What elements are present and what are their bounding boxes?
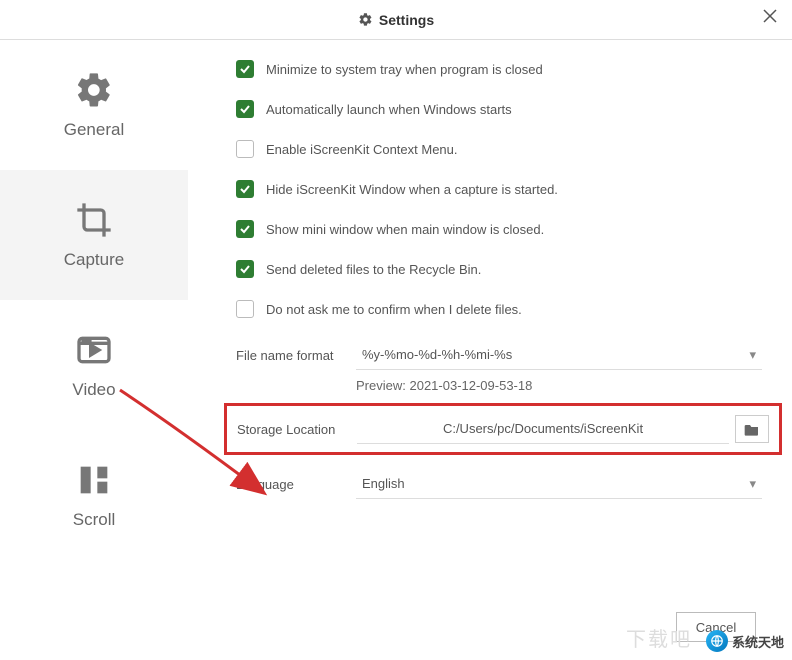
option-label: Show mini window when main window is clo… xyxy=(266,222,544,237)
browse-folder-button[interactable] xyxy=(735,415,769,443)
option-show-mini[interactable]: Show mini window when main window is clo… xyxy=(236,220,762,238)
page-title-text: Settings xyxy=(379,12,434,28)
header: Settings xyxy=(0,0,792,40)
option-label: Hide iScreenKit Window when a capture is… xyxy=(266,182,558,197)
option-label: Minimize to system tray when program is … xyxy=(266,62,543,77)
folder-icon xyxy=(744,422,760,436)
option-context-menu[interactable]: Enable iScreenKit Context Menu. xyxy=(236,140,762,158)
storage-path-value: C:/Users/pc/Documents/iScreenKit xyxy=(443,421,643,436)
option-minimize-tray[interactable]: Minimize to system tray when program is … xyxy=(236,60,762,78)
crop-icon xyxy=(74,200,114,240)
filename-format-row: File name format %y-%mo-%d-%h-%mi-%s ▾ xyxy=(236,340,762,370)
option-recycle-bin[interactable]: Send deleted files to the Recycle Bin. xyxy=(236,260,762,278)
option-hide-window[interactable]: Hide iScreenKit Window when a capture is… xyxy=(236,180,762,198)
checkbox-unchecked-icon[interactable] xyxy=(236,300,254,318)
page-title: Settings xyxy=(358,12,434,28)
watermark: 系统天地 xyxy=(706,630,784,652)
checkbox-checked-icon[interactable] xyxy=(236,60,254,78)
checkbox-unchecked-icon[interactable] xyxy=(236,140,254,158)
watermark-faint: 下载吧 xyxy=(626,623,692,652)
checkbox-checked-icon[interactable] xyxy=(236,180,254,198)
chevron-down-icon: ▾ xyxy=(749,347,756,363)
filename-format-value: %y-%mo-%d-%h-%mi-%s xyxy=(362,347,512,362)
chevron-down-icon: ▾ xyxy=(749,476,756,492)
close-button[interactable] xyxy=(762,8,778,24)
option-label: Automatically launch when Windows starts xyxy=(266,102,512,117)
option-auto-launch[interactable]: Automatically launch when Windows starts xyxy=(236,100,762,118)
video-icon xyxy=(74,330,114,370)
checkbox-checked-icon[interactable] xyxy=(236,260,254,278)
language-label: Language xyxy=(236,477,356,492)
language-value: English xyxy=(362,476,405,491)
filename-preview: Preview: 2021-03-12-09-53-18 xyxy=(356,378,762,393)
checkbox-checked-icon[interactable] xyxy=(236,100,254,118)
option-label: Send deleted files to the Recycle Bin. xyxy=(266,262,481,277)
filename-format-label: File name format xyxy=(236,348,356,363)
option-no-confirm[interactable]: Do not ask me to confirm when I delete f… xyxy=(236,300,762,318)
filename-format-select[interactable]: %y-%mo-%d-%h-%mi-%s ▾ xyxy=(356,340,762,370)
checkbox-checked-icon[interactable] xyxy=(236,220,254,238)
storage-path-input[interactable]: C:/Users/pc/Documents/iScreenKit xyxy=(357,414,729,444)
main-panel: Minimize to system tray when program is … xyxy=(188,40,792,660)
globe-icon xyxy=(706,630,728,652)
watermark-text: 系统天地 xyxy=(732,632,784,651)
sidebar: General Capture Video Scroll xyxy=(0,40,188,660)
option-label: Do not ask me to confirm when I delete f… xyxy=(266,302,522,317)
sidebar-item-video[interactable]: Video xyxy=(0,300,188,430)
sidebar-item-label: Scroll xyxy=(73,510,116,530)
sidebar-item-capture[interactable]: Capture xyxy=(0,170,188,300)
sidebar-item-general[interactable]: General xyxy=(0,40,188,170)
language-select[interactable]: English ▾ xyxy=(356,469,762,499)
storage-highlight-box: Storage Location C:/Users/pc/Documents/i… xyxy=(224,403,782,455)
language-row: Language English ▾ xyxy=(236,469,762,499)
scroll-icon xyxy=(74,460,114,500)
sidebar-item-scroll[interactable]: Scroll xyxy=(0,430,188,560)
preview-value: 2021-03-12-09-53-18 xyxy=(409,378,532,393)
sidebar-item-label: General xyxy=(64,120,124,140)
gear-icon xyxy=(74,70,114,110)
preview-label: Preview: xyxy=(356,378,406,393)
gear-icon xyxy=(358,12,373,27)
sidebar-item-label: Video xyxy=(72,380,115,400)
sidebar-item-label: Capture xyxy=(64,250,124,270)
option-label: Enable iScreenKit Context Menu. xyxy=(266,142,458,157)
storage-label: Storage Location xyxy=(237,422,357,437)
